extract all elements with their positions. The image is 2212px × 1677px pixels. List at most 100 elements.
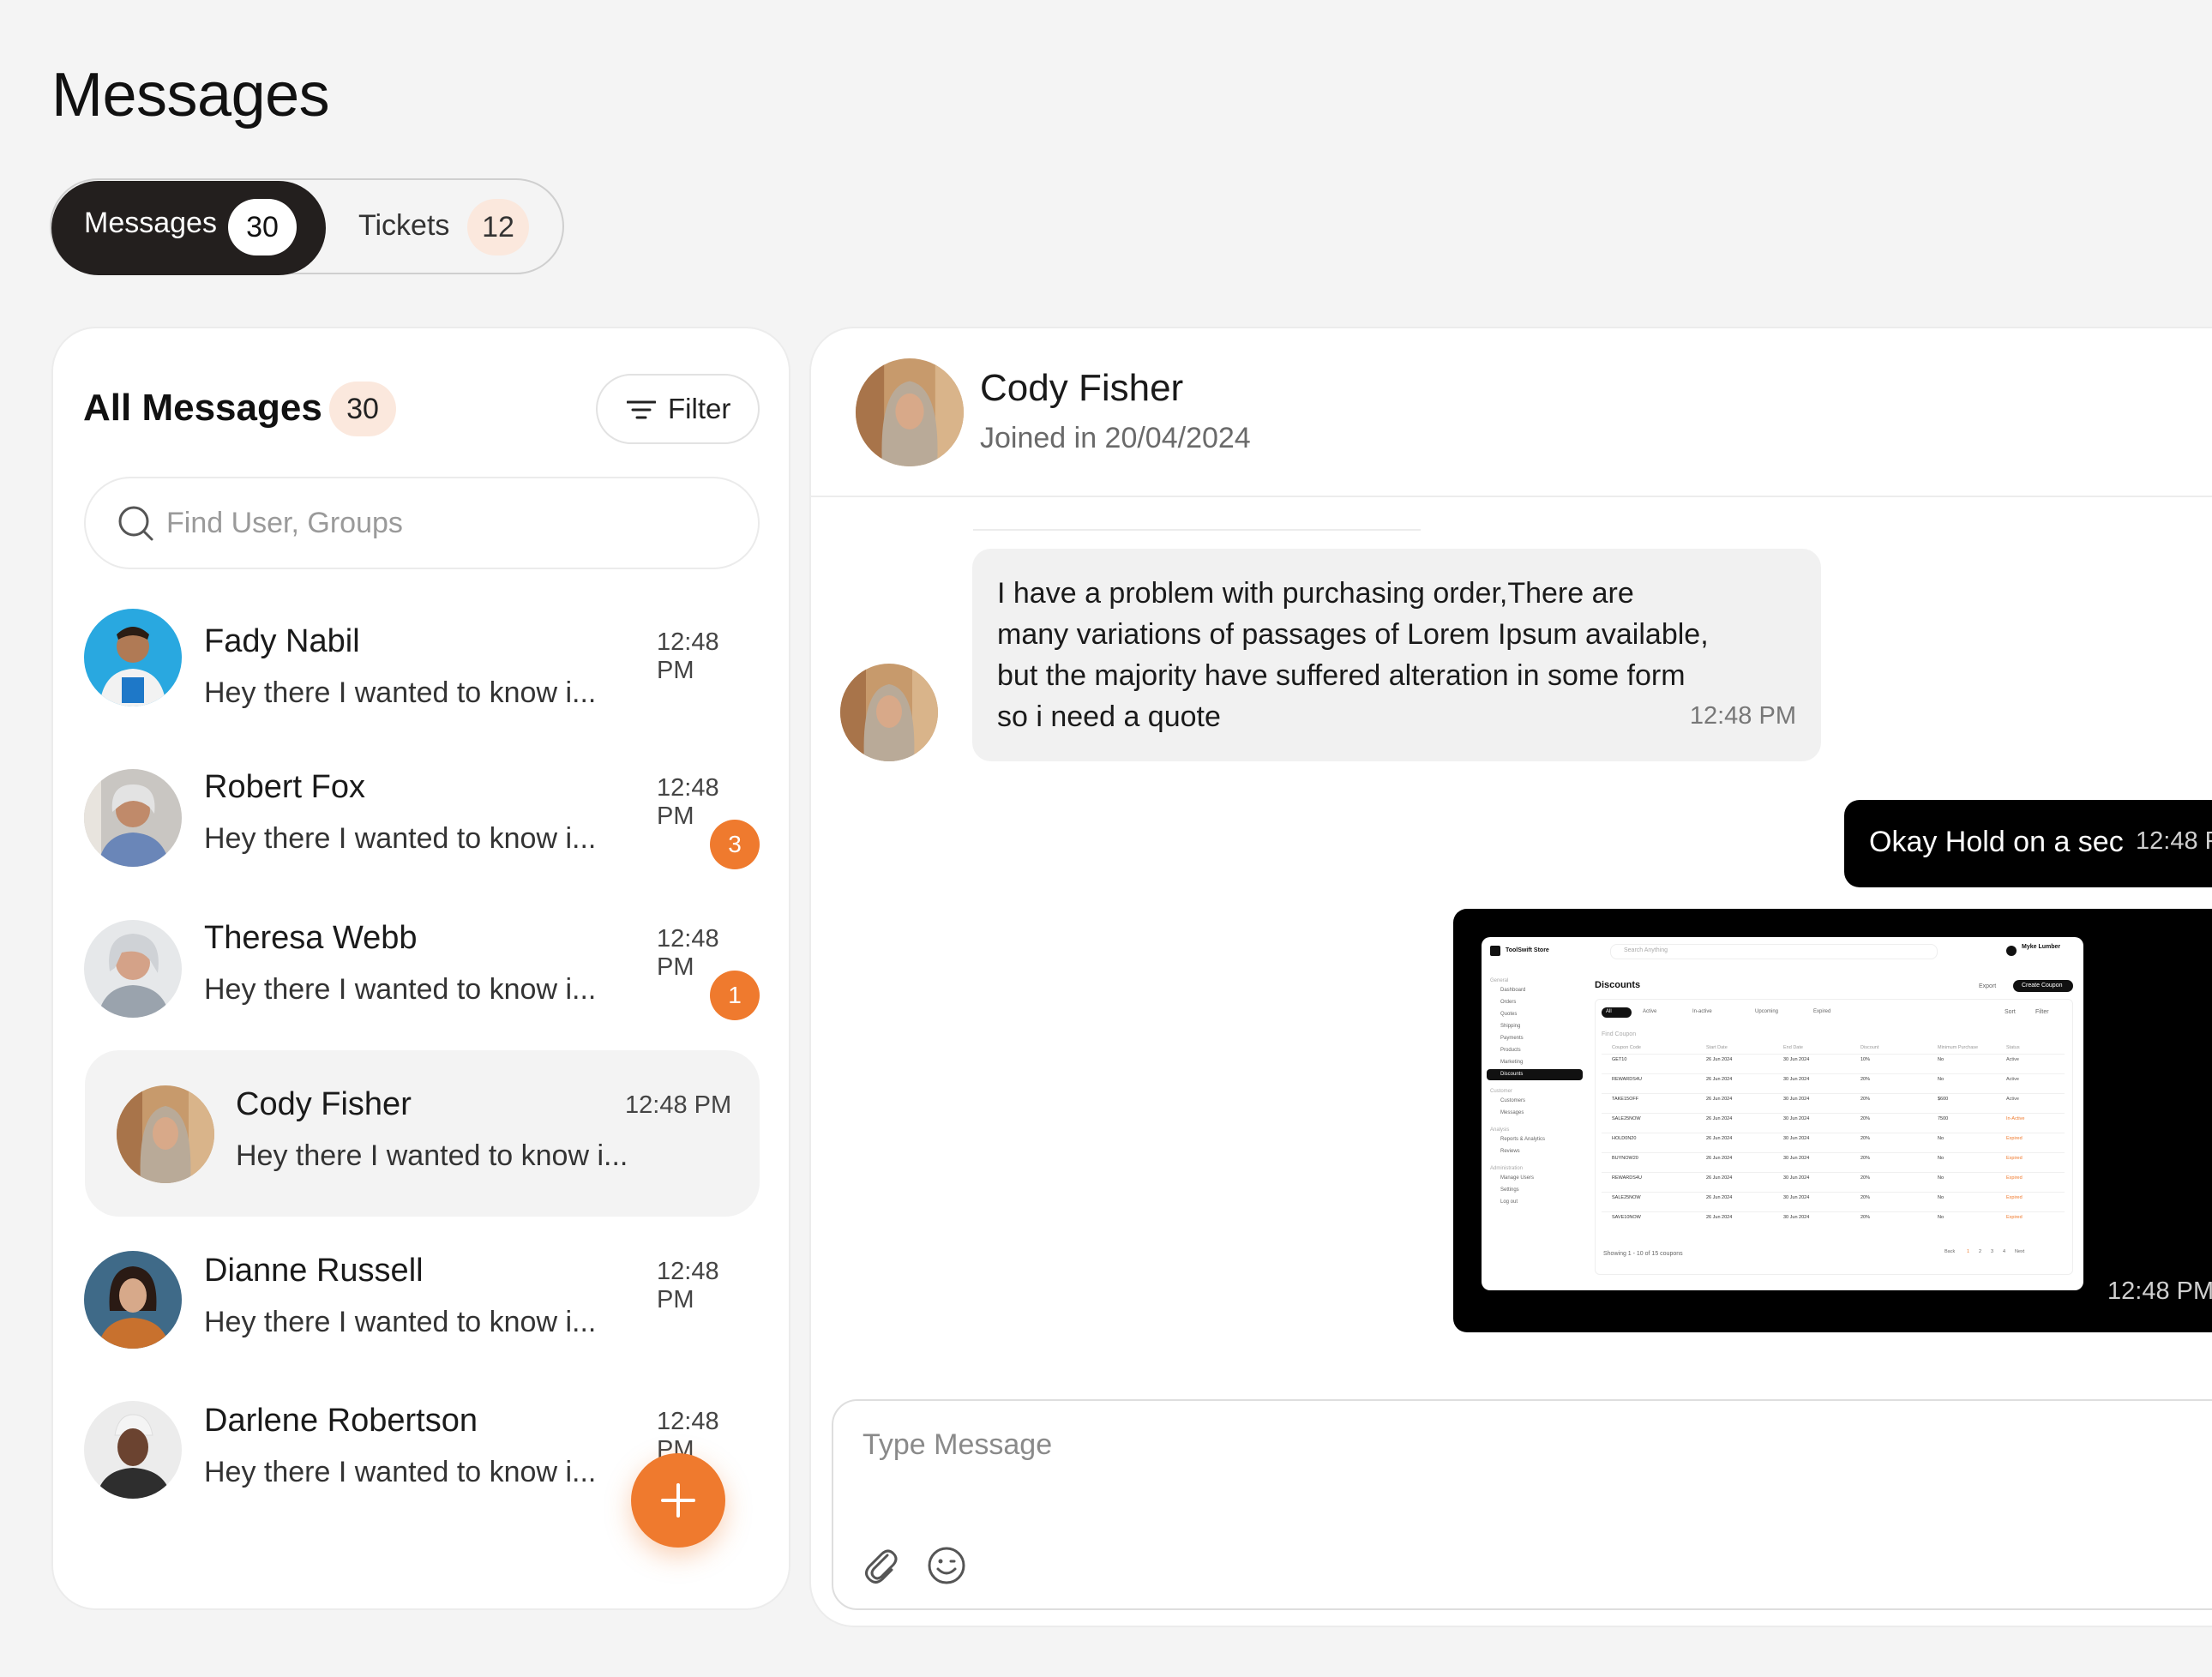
new-message-button[interactable]: [631, 1453, 725, 1548]
screenshot-table-cell: 30 Jun 2024: [1783, 1215, 1810, 1220]
screenshot-table-cell: No: [1938, 1156, 1945, 1161]
paperclip-icon[interactable]: [859, 1543, 902, 1586]
screenshot-sidebar-heading: Administration: [1490, 1166, 1524, 1171]
screenshot-table-cell: 20%: [1860, 1215, 1871, 1220]
screenshot-row-divider: [1602, 1152, 2065, 1153]
screenshot-sidebar-item: Orders: [1500, 1000, 1517, 1005]
screenshot-sort: Sort: [2005, 1009, 2016, 1015]
screenshot-row-divider: [1602, 1093, 2065, 1094]
message-preview: Hey there I wanted to know i...: [236, 1139, 628, 1172]
screenshot-table-cell: 30 Jun 2024: [1783, 1195, 1810, 1200]
header-divider: [811, 496, 2212, 497]
outgoing-image-message[interactable]: ToolSwift Store Search Anything Myke Lum…: [1453, 909, 2212, 1332]
screenshot-table-cell: Expired: [2006, 1195, 2023, 1200]
message-time: 12:48 PM: [625, 1091, 732, 1119]
conversation-item-active[interactable]: Cody Fisher 12:48 PM Hey there I wanted …: [85, 1050, 760, 1217]
screenshot-table-cell: Expired: [2006, 1136, 2023, 1141]
conversation-item[interactable]: Fady Nabil 12:48 PM Hey there I wanted t…: [84, 591, 761, 724]
screenshot-column-header: Status: [2006, 1045, 2020, 1050]
emoji-icon[interactable]: [926, 1545, 967, 1586]
screenshot-table-cell: 26 Jun 2024: [1706, 1077, 1733, 1082]
conversation-item[interactable]: Robert Fox 12:48 PM Hey there I wanted t…: [84, 742, 761, 875]
contact-name: Theresa Webb: [204, 920, 418, 956]
screenshot-table-cell: $600: [1938, 1097, 1949, 1102]
screenshot-table-cell: 7500: [1938, 1116, 1949, 1121]
screenshot-row-divider: [1602, 1211, 2065, 1212]
message-time: 12:48 PM: [2107, 1277, 2212, 1305]
screenshot-table-cell: 30 Jun 2024: [1783, 1156, 1810, 1161]
attached-screenshot: ToolSwift Store Search Anything Myke Lum…: [1482, 937, 2083, 1290]
screenshot-sidebar-item: Reports & Analytics: [1500, 1137, 1546, 1142]
screenshot-table-cell: 30 Jun 2024: [1783, 1097, 1810, 1102]
screenshot-table-cell: Active: [2006, 1097, 2019, 1102]
screenshot-sidebar-heading: Customer: [1490, 1089, 1513, 1094]
screenshot-table-cell: HOLD0N20: [1612, 1136, 1637, 1141]
screenshot-table-cell: No: [1938, 1057, 1945, 1062]
filter-label: Filter: [668, 393, 731, 424]
screenshot-pager-item: 4: [2003, 1249, 2006, 1254]
avatar: [84, 920, 182, 1018]
outgoing-message-bubble: Okay Hold on a sec 12:48 PM: [1844, 800, 2212, 887]
screenshot-table-cell: BUYNOW20: [1612, 1156, 1638, 1161]
contact-name: Darlene Robertson: [204, 1403, 478, 1439]
screenshot-create-label: Create Coupon: [2022, 983, 2063, 989]
message-text: I have a problem with purchasing order,T…: [997, 577, 1709, 733]
screenshot-column-header: End Date: [1783, 1045, 1803, 1050]
screenshot-pager-summary: Showing 1 - 10 of 15 coupons: [1603, 1251, 1683, 1257]
screenshot-table-cell: 20%: [1860, 1077, 1871, 1082]
avatar: [84, 1251, 182, 1349]
avatar: [84, 609, 182, 706]
message-input[interactable]: [861, 1427, 2150, 1482]
contact-name: Robert Fox: [204, 769, 365, 805]
screenshot-sidebar-item: Discounts: [1500, 1072, 1524, 1077]
screenshot-table-cell: 20%: [1860, 1136, 1871, 1141]
search-field[interactable]: [84, 477, 760, 569]
screenshot-table-cell: REWARDS4U: [1612, 1175, 1642, 1181]
avatar: [84, 769, 182, 867]
screenshot-sidebar-item: Manage Users: [1500, 1175, 1535, 1181]
filter-button[interactable]: Filter: [596, 374, 760, 444]
contact-name-header: Cody Fisher: [980, 367, 1184, 409]
unread-badge: 1: [710, 971, 760, 1020]
screenshot-table-cell: No: [1938, 1215, 1945, 1220]
search-icon: [118, 506, 153, 541]
screenshot-table-cell: No: [1938, 1077, 1945, 1082]
screenshot-pager-item: 2: [1979, 1249, 1982, 1254]
screenshot-table-cell: Expired: [2006, 1215, 2023, 1220]
all-messages-title: All Messages: [83, 387, 322, 429]
store-name: ToolSwift Store: [1506, 947, 1549, 953]
screenshot-table-cell: Expired: [2006, 1175, 2023, 1181]
message-time: 12:48 PM: [657, 628, 719, 684]
screenshot-sidebar-item: Messages: [1500, 1110, 1524, 1115]
screenshot-table-cell: 30 Jun 2024: [1783, 1175, 1810, 1181]
screenshot-table-cell: Expired: [2006, 1156, 2023, 1161]
message-time: 12:48 PM: [1689, 702, 1796, 730]
screenshot-row-divider: [1602, 1192, 2065, 1193]
screenshot-table-cell: SALE25NOW: [1612, 1195, 1641, 1200]
conversation-item[interactable]: Theresa Webb 12:48 PM Hey there I wanted…: [84, 892, 761, 1025]
plus-icon: [661, 1483, 695, 1518]
all-messages-count: 30: [329, 382, 396, 436]
screenshot-sidebar-item: Log out: [1500, 1199, 1518, 1205]
message-preview: Hey there I wanted to know i...: [204, 973, 597, 1006]
screenshot-table-cell: No: [1938, 1175, 1945, 1181]
contact-name: Fady Nabil: [204, 623, 360, 659]
conversation-item[interactable]: Dianne Russell 12:48 PM Hey there I want…: [84, 1229, 761, 1363]
screenshot-pager-item: Back: [1945, 1249, 1956, 1254]
message-preview: Hey there I wanted to know i...: [204, 822, 597, 855]
tab-messages[interactable]: Messages 30: [51, 181, 326, 275]
divider: [973, 529, 1421, 531]
screenshot-table-cell: SAVE10NOW: [1612, 1215, 1641, 1220]
search-input[interactable]: [165, 502, 717, 544]
screenshot-search-placeholder: Search Anything: [1624, 947, 1668, 953]
screenshot-sidebar-heading: General: [1490, 978, 1509, 983]
screenshot-table-cell: 10%: [1860, 1057, 1871, 1062]
screenshot-table-cell: Active: [2006, 1077, 2019, 1082]
screenshot-table-cell: 20%: [1860, 1116, 1871, 1121]
screenshot-sidebar-item: Quotes: [1500, 1012, 1518, 1017]
screenshot-row-divider: [1602, 1172, 2065, 1173]
sender-avatar: [840, 664, 938, 761]
screenshot-table-cell: 26 Jun 2024: [1706, 1156, 1733, 1161]
incoming-message-bubble: I have a problem with purchasing order,T…: [972, 549, 1821, 761]
screenshot-column-header: Start Date: [1706, 1045, 1728, 1050]
